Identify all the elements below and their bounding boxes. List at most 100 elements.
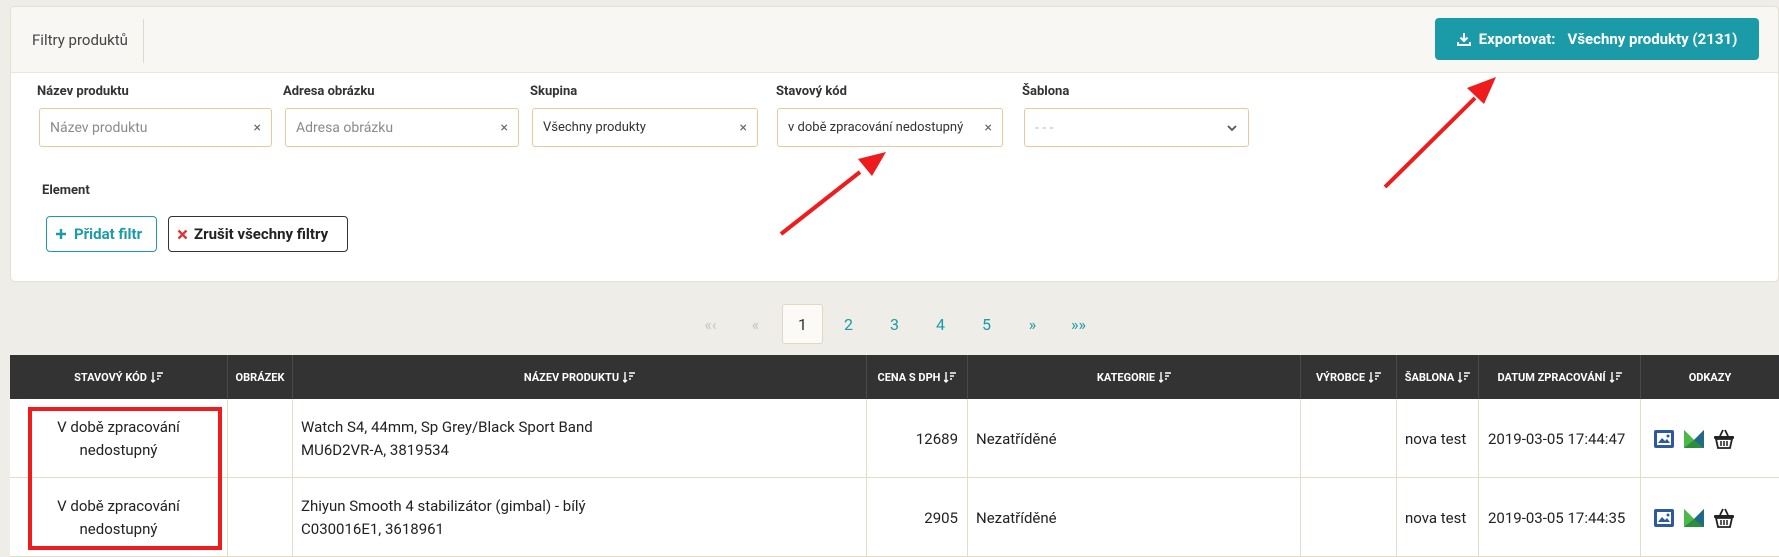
column-header-label: OBRÁZEK [235, 370, 285, 384]
image-icon[interactable] [1653, 428, 1675, 450]
pagination-page-3[interactable]: 3 [874, 304, 915, 344]
table-row: V době zpracování nedostupný Watch S4, 4… [10, 399, 1779, 478]
export-button[interactable]: Exportovat: Všechny produkty (2131) [1435, 18, 1759, 60]
filter-panel: Filtry produktů Exportovat: Všechny prod… [10, 6, 1779, 282]
sort-icon [944, 372, 957, 383]
filter-label-template: Šablona [1022, 84, 1070, 99]
group-select[interactable]: Všechny produkty × [532, 108, 758, 147]
cell-template: nova test [1397, 478, 1479, 557]
clear-filters-label: Zrušit všechny filtry [194, 225, 329, 243]
cell-price: 12689 [867, 399, 968, 478]
column-header-label: NÁZEV PRODUKTU [523, 370, 620, 384]
pagination-first: «‹ [704, 314, 717, 334]
template-placeholder: - - - [1035, 119, 1054, 136]
add-filter-label: Přidat filtr [74, 225, 143, 243]
product-name-text[interactable]: Zhiyun Smooth 4 stabilizátor (gimbal) - … [301, 495, 586, 518]
group-value: Všechny produkty [543, 120, 646, 135]
pagination-page-2[interactable]: 2 [828, 304, 869, 344]
filter-label-image-url: Adresa obrázku [283, 84, 375, 99]
heureka-icon[interactable] [1683, 428, 1705, 450]
cell-product-name: Zhiyun Smooth 4 stabilizátor (gimbal) - … [293, 478, 867, 557]
cell-date: 2019-03-05 17:44:35 [1479, 478, 1641, 557]
basket-icon[interactable] [1713, 507, 1735, 529]
element-label: Element [42, 183, 90, 198]
sort-icon [623, 372, 636, 383]
cell-category: Nezatříděné [968, 399, 1301, 478]
column-header-links: ODKAZY [1641, 355, 1779, 399]
sort-icon [1159, 372, 1172, 383]
filter-panel-title: Filtry produktů [32, 31, 128, 49]
column-header-label: STAVOVÝ KÓD [74, 370, 147, 384]
image-url-clear-icon[interactable]: × [501, 120, 508, 136]
pagination-page-5[interactable]: 5 [966, 304, 1007, 344]
column-header-status[interactable]: STAVOVÝ KÓD [10, 355, 228, 399]
status-code-value: v době zpracování nedostupný [788, 120, 964, 135]
pagination-page-1[interactable]: 1 [782, 304, 823, 344]
cell-status: V době zpracování nedostupný [10, 399, 228, 478]
product-code-text: MU6D2VR-A, 3819534 [301, 440, 449, 459]
product-name-clear-icon[interactable]: × [254, 120, 261, 136]
chevron-down-icon [1227, 124, 1237, 131]
times-icon [177, 229, 188, 239]
pagination: «‹ « 1 2 3 4 5 » »» [0, 304, 1779, 344]
group-clear-icon[interactable]: × [740, 120, 747, 136]
column-header-manufacturer[interactable]: VÝROBCE [1301, 355, 1397, 399]
column-header-label: DATUM ZPRACOVÁNÍ [1497, 370, 1606, 384]
product-code-text: C030016E1, 3618961 [301, 519, 444, 538]
cell-links [1641, 478, 1779, 557]
plus-icon [56, 229, 66, 239]
download-icon [1456, 33, 1471, 46]
cell-manufacturer [1301, 478, 1397, 557]
cell-image [228, 478, 293, 557]
clear-filters-button[interactable]: Zrušit všechny filtry [168, 216, 348, 252]
sort-icon [1369, 372, 1382, 383]
image-icon[interactable] [1653, 507, 1675, 529]
image-url-field[interactable]: Adresa obrázku × [285, 108, 519, 147]
column-header-label: KATEGORIE [1096, 370, 1156, 384]
filter-label-status-code: Stavový kód [776, 84, 847, 99]
sort-icon [1458, 372, 1471, 383]
add-filter-button[interactable]: Přidat filtr [46, 216, 157, 252]
heureka-icon[interactable] [1683, 507, 1705, 529]
cell-price: 2905 [867, 478, 968, 557]
status-code-clear-icon[interactable]: × [985, 120, 992, 136]
cell-category: Nezatříděné [968, 478, 1301, 557]
pagination-next[interactable]: » [1012, 304, 1053, 344]
column-header-label: CENA S DPH [877, 370, 941, 384]
column-header-template[interactable]: ŠABLONA [1397, 355, 1479, 399]
header-divider [143, 19, 144, 63]
column-header-label: VÝROBCE [1315, 370, 1366, 384]
column-header-image: OBRÁZEK [228, 355, 293, 399]
cell-product-name: Watch S4, 44mm, Sp Grey/Black Sport Band… [293, 399, 867, 478]
product-name-field[interactable]: Název produktu × [39, 108, 272, 147]
column-header-label: ODKAZY [1688, 370, 1732, 384]
basket-icon[interactable] [1713, 428, 1735, 450]
table-header: STAVOVÝ KÓD OBRÁZEK NÁZEV PRODUKTU CENA … [10, 355, 1779, 399]
table-row: V době zpracování nedostupný Zhiyun Smoo… [10, 478, 1779, 557]
template-select[interactable]: - - - [1024, 108, 1249, 147]
cell-links [1641, 399, 1779, 478]
sort-icon [150, 372, 163, 383]
image-url-placeholder: Adresa obrázku [296, 119, 394, 136]
filter-label-group: Skupina [530, 84, 578, 99]
sort-icon [1609, 372, 1622, 383]
cell-manufacturer [1301, 399, 1397, 478]
products-table: STAVOVÝ KÓD OBRÁZEK NÁZEV PRODUKTU CENA … [10, 355, 1779, 557]
cell-image [228, 399, 293, 478]
product-name-text[interactable]: Watch S4, 44mm, Sp Grey/Black Sport Band [301, 416, 593, 439]
column-header-name[interactable]: NÁZEV PRODUKTU [293, 355, 867, 399]
filter-label-product-name: Název produktu [37, 84, 129, 99]
export-label: Exportovat: [1478, 30, 1556, 48]
cell-date: 2019-03-05 17:44:47 [1479, 399, 1641, 478]
status-code-select[interactable]: v době zpracování nedostupný × [777, 108, 1003, 147]
product-name-placeholder: Název produktu [50, 119, 148, 136]
column-header-label: ŠABLONA [1404, 370, 1455, 384]
column-header-price[interactable]: CENA S DPH [867, 355, 968, 399]
column-header-date[interactable]: DATUM ZPRACOVÁNÍ [1479, 355, 1641, 399]
export-value: Všechny produkty (2131) [1567, 30, 1738, 48]
pagination-page-4[interactable]: 4 [920, 304, 961, 344]
cell-template: nova test [1397, 399, 1479, 478]
pagination-last[interactable]: »» [1058, 304, 1099, 344]
cell-status: V době zpracování nedostupný [10, 478, 228, 557]
column-header-category[interactable]: KATEGORIE [968, 355, 1301, 399]
